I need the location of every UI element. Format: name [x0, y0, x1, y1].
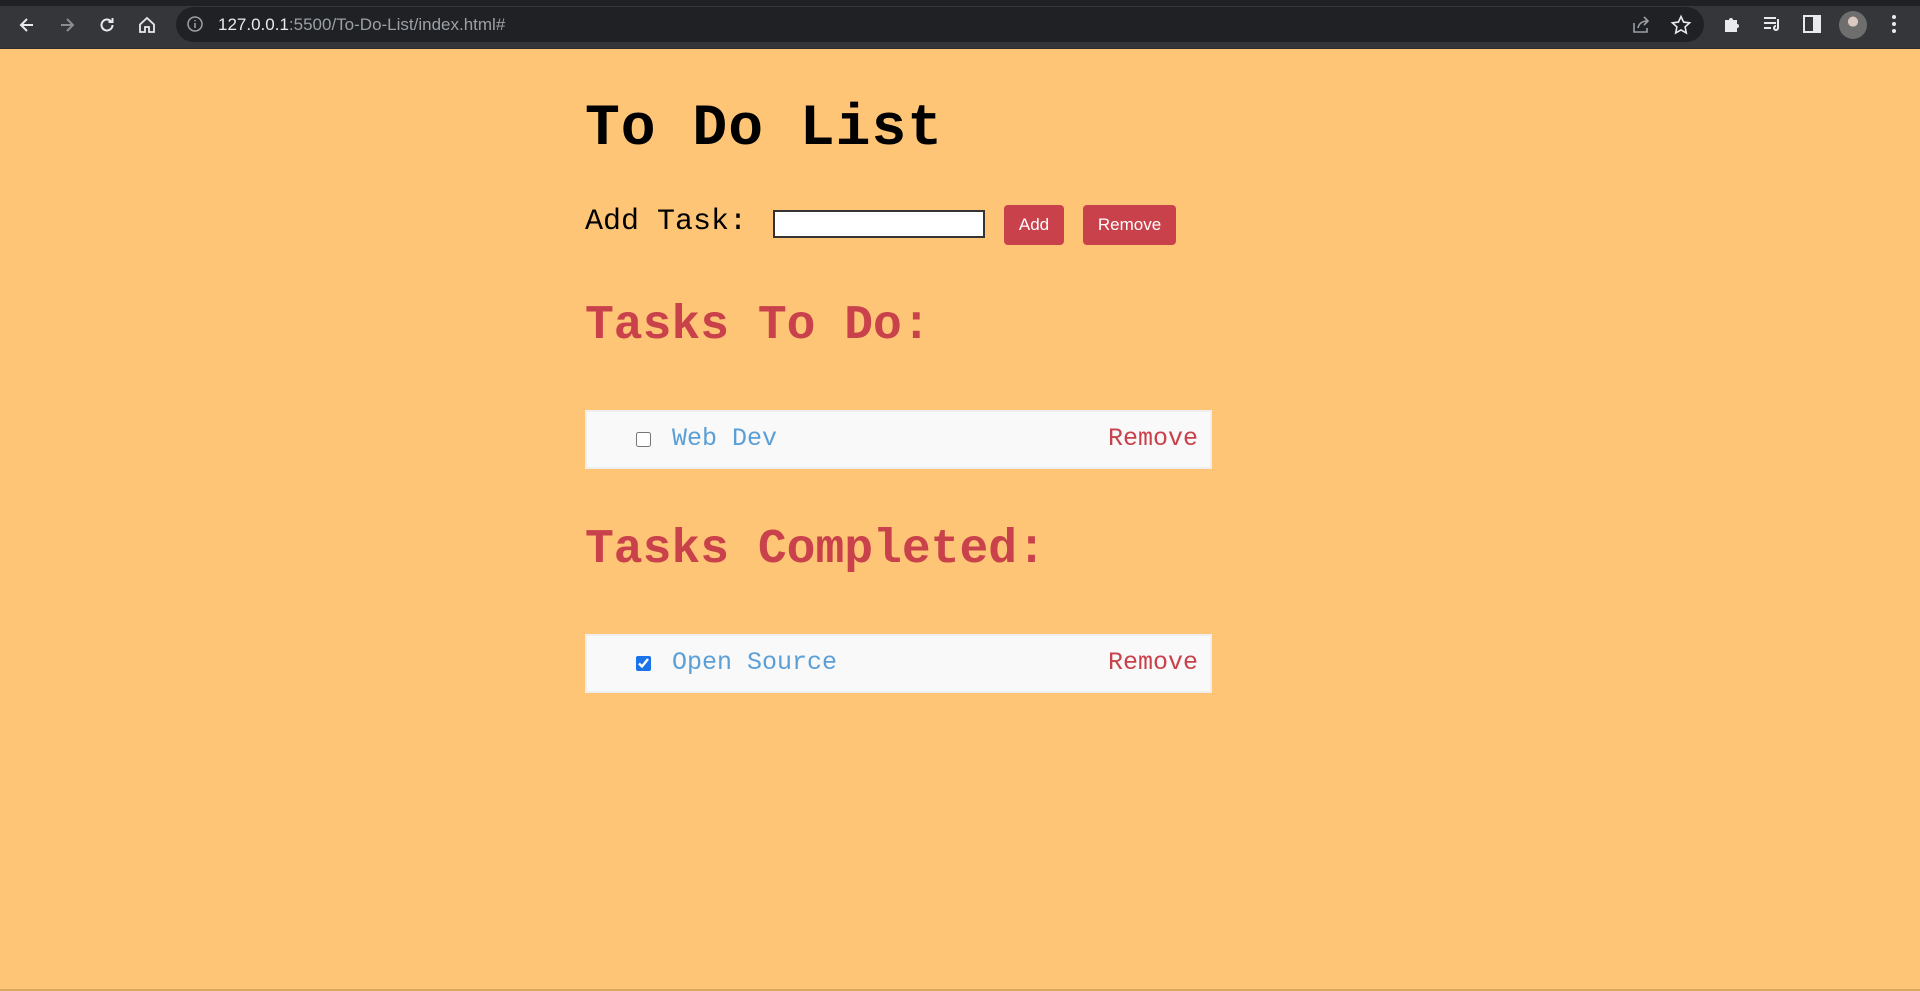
kebab-menu-icon[interactable]: [1883, 13, 1905, 35]
address-bar[interactable]: 127.0.0.1:5500/To-Do-List/index.html#: [176, 7, 1704, 42]
share-icon[interactable]: [1630, 14, 1652, 36]
browser-toolbar: 127.0.0.1:5500/To-Do-List/index.html#: [0, 0, 1920, 49]
task-label[interactable]: Open Source: [672, 648, 837, 677]
task-remove-link[interactable]: Remove: [1108, 648, 1198, 677]
task-input[interactable]: [773, 210, 985, 238]
back-button[interactable]: [11, 9, 43, 41]
task-checkbox[interactable]: [636, 432, 651, 447]
forward-arrow-icon: [61, 18, 75, 32]
todo-heading: Tasks To Do:: [585, 299, 931, 353]
forward-button[interactable]: [51, 9, 83, 41]
add-task-label: Add Task:: [585, 205, 748, 239]
tab-strip: [0, 0, 1920, 6]
url-path: :5500/To-Do-List/index.html#: [288, 15, 506, 34]
side-panel-icon[interactable]: [1801, 13, 1823, 35]
task-checkbox[interactable]: [636, 656, 651, 671]
url-text[interactable]: 127.0.0.1:5500/To-Do-List/index.html#: [218, 15, 505, 35]
completed-task-item: Open Source Remove: [585, 634, 1212, 693]
back-arrow-icon: [19, 18, 33, 32]
page-title: To Do List: [585, 97, 944, 162]
url-host: 127.0.0.1: [218, 15, 289, 34]
task-remove-link[interactable]: Remove: [1108, 424, 1198, 453]
puzzle-icon[interactable]: [1721, 13, 1743, 35]
home-button[interactable]: [131, 9, 163, 41]
task-label[interactable]: Web Dev: [672, 424, 777, 453]
home-icon: [139, 16, 155, 33]
remove-button[interactable]: Remove: [1083, 205, 1176, 245]
info-icon[interactable]: [186, 15, 204, 33]
star-icon[interactable]: [1670, 14, 1692, 36]
avatar[interactable]: [1839, 11, 1867, 39]
reading-list-icon[interactable]: [1761, 13, 1783, 35]
todo-task-item: Web Dev Remove: [585, 410, 1212, 469]
reload-icon: [100, 18, 114, 32]
add-button[interactable]: Add: [1004, 205, 1064, 245]
reload-button[interactable]: [91, 9, 123, 41]
completed-heading: Tasks Completed:: [585, 523, 1046, 577]
